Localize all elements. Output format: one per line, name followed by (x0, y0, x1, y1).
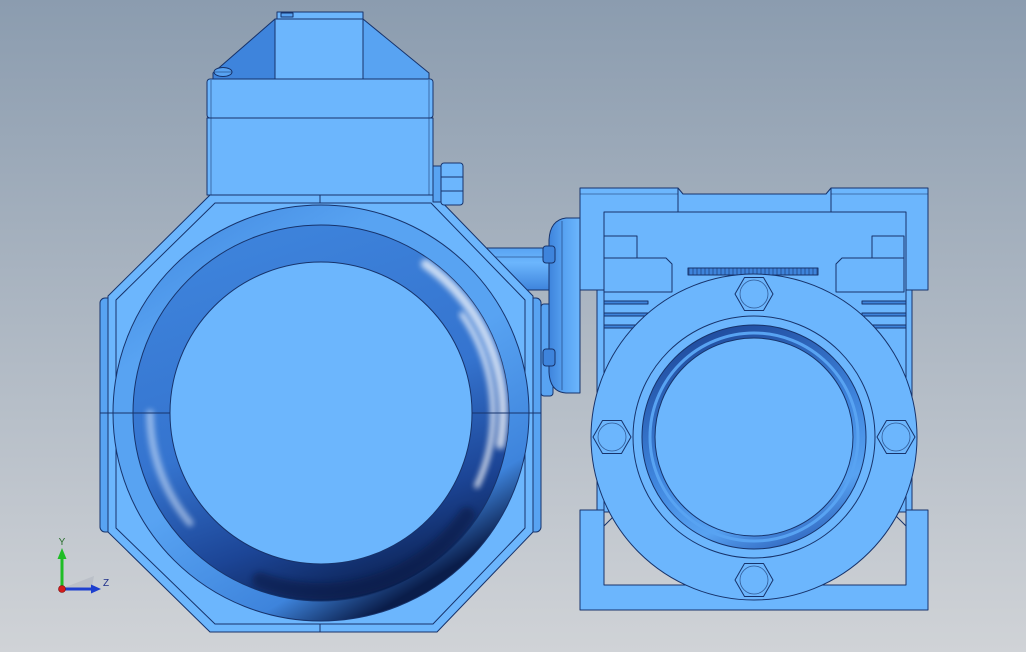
motor-end-face[interactable] (169, 261, 473, 565)
cable-gland-nut[interactable] (432, 162, 464, 206)
terminal-box-tab (280, 12, 294, 18)
gearbox-rib (603, 300, 649, 305)
output-bore[interactable] (654, 337, 854, 537)
gearbox-output-flange[interactable] (590, 273, 918, 601)
terminal-box-lower[interactable] (206, 117, 434, 196)
gearbox-rib (861, 300, 907, 305)
flange-bolt[interactable] (542, 245, 556, 264)
gland-nut-hex[interactable] (440, 162, 464, 206)
gearbox-rib (861, 312, 907, 317)
cad-viewport[interactable]: Y Z (0, 0, 1026, 652)
flange-bolt[interactable] (542, 348, 556, 367)
terminal-box-upper[interactable] (206, 78, 434, 119)
gearbox-rib (603, 312, 649, 317)
input-flange-disc[interactable] (548, 217, 581, 394)
gearbox-side-block-right[interactable] (835, 257, 905, 293)
gearbox-lug-right[interactable] (871, 235, 905, 259)
y-axis-label: Y (59, 537, 66, 548)
gearbox-lug-left[interactable] (603, 235, 638, 259)
x-axis-dot-icon[interactable] (58, 585, 66, 593)
motor-housing[interactable] (99, 194, 542, 633)
terminal-box-hood-front[interactable] (274, 18, 364, 80)
z-axis-label: Z (103, 578, 109, 589)
gearbox-side-block-left[interactable] (603, 257, 673, 293)
